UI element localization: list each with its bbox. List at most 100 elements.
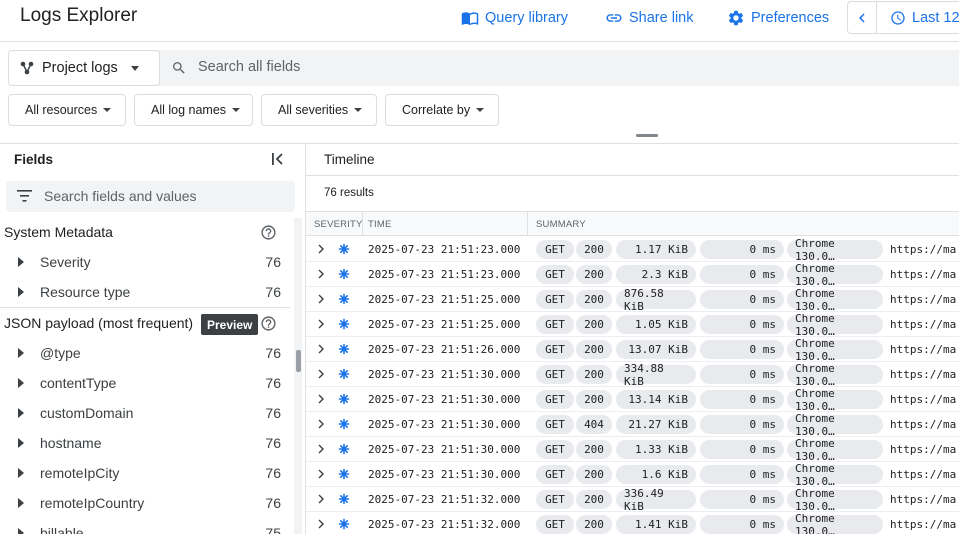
size-chip[interactable]: 1.6 KiB [616,465,696,484]
user-agent-chip[interactable]: Chrome 130.0… [787,487,883,513]
method-chip[interactable]: GET [536,315,574,334]
size-chip[interactable]: 2.3 KiB [616,265,696,284]
log-row[interactable]: 2025-07-23 21:51:23.000 GET 200 2.3 KiB 0 ms… [306,262,959,288]
chevron-right-icon[interactable] [316,319,326,329]
chevron-right-icon[interactable] [316,369,326,379]
method-chip[interactable]: GET [536,440,574,459]
method-chip[interactable]: GET [536,290,574,309]
size-chip[interactable]: 334.88 KiB [616,362,696,388]
field-item-type[interactable]: @type 76 [0,338,285,368]
chevron-right-icon[interactable] [316,344,326,354]
field-item-contenttype[interactable]: contentType 76 [0,368,285,398]
latency-chip[interactable]: 0 ms [700,290,784,309]
chevron-right-icon[interactable] [316,469,326,479]
size-chip[interactable]: 1.41 KiB [616,515,696,534]
log-row[interactable]: 2025-07-23 21:51:25.000 GET 200 876.58 KiB 0… [306,287,959,313]
field-item-remoteipcity[interactable]: remoteIpCity 76 [0,458,285,488]
chevron-right-icon[interactable] [316,294,326,304]
column-header-summary[interactable]: SUMMARY [536,219,586,230]
query-library-button[interactable]: Query library [461,8,568,28]
fields-scrollbar[interactable] [294,218,302,534]
field-item-resource-type[interactable]: Resource type 76 [0,277,285,307]
user-agent-chip[interactable]: Chrome 130.0… [787,337,883,363]
latency-chip[interactable]: 0 ms [700,465,784,484]
chevron-right-icon[interactable] [316,269,326,279]
user-agent-chip[interactable]: Chrome 130.0… [787,262,883,288]
latency-chip[interactable]: 0 ms [700,390,784,409]
log-row[interactable]: 2025-07-23 21:51:30.000 GET 200 1.33 KiB 0 m… [306,437,959,463]
user-agent-chip[interactable]: Chrome 130.0… [787,362,883,388]
user-agent-chip[interactable]: Chrome 130.0… [787,462,883,488]
log-row[interactable]: 2025-07-23 21:51:30.000 GET 200 1.6 KiB 0 ms… [306,462,959,488]
user-agent-chip[interactable]: Chrome 130.0… [787,512,883,534]
status-chip[interactable]: 200 [576,515,612,534]
latency-chip[interactable]: 0 ms [700,265,784,284]
method-chip[interactable]: GET [536,415,574,434]
method-chip[interactable]: GET [536,390,574,409]
field-item-customdomain[interactable]: customDomain 76 [0,398,285,428]
latency-chip[interactable]: 0 ms [700,240,784,259]
project-logs-dropdown[interactable]: Project logs [8,50,160,86]
status-chip[interactable]: 200 [576,365,612,384]
chevron-right-icon[interactable] [316,494,326,504]
status-chip[interactable]: 200 [576,440,612,459]
method-chip[interactable]: GET [536,465,574,484]
user-agent-chip[interactable]: Chrome 130.0… [787,437,883,463]
status-chip[interactable]: 200 [576,465,612,484]
chevron-right-icon[interactable] [316,519,326,529]
size-chip[interactable]: 13.14 KiB [616,390,696,409]
user-agent-chip[interactable]: Chrome 130.0… [787,312,883,338]
all-severities-filter[interactable]: All severities [261,94,377,126]
log-row[interactable]: 2025-07-23 21:51:32.000 GET 200 336.49 KiB 0… [306,487,959,513]
user-agent-chip[interactable]: Chrome 130.0… [787,387,883,413]
size-chip[interactable]: 1.05 KiB [616,315,696,334]
log-row[interactable]: 2025-07-23 21:51:30.000 GET 404 21.27 KiB 0 … [306,412,959,438]
latency-chip[interactable]: 0 ms [700,415,784,434]
method-chip[interactable]: GET [536,515,574,534]
size-chip[interactable]: 1.17 KiB [616,240,696,259]
chevron-right-icon[interactable] [316,244,326,254]
status-chip[interactable]: 200 [576,265,612,284]
method-chip[interactable]: GET [536,340,574,359]
size-chip[interactable]: 13.07 KiB [616,340,696,359]
method-chip[interactable]: GET [536,265,574,284]
field-item-billable[interactable]: billable 75 [0,518,285,534]
status-chip[interactable]: 200 [576,490,612,509]
collapse-panel-icon[interactable] [270,151,286,172]
status-chip[interactable]: 200 [576,240,612,259]
latency-chip[interactable]: 0 ms [700,490,784,509]
latency-chip[interactable]: 0 ms [700,340,784,359]
correlate-by-filter[interactable]: Correlate by [385,94,499,126]
search-all-fields-input[interactable]: Search all fields [198,59,300,75]
latency-chip[interactable]: 0 ms [700,440,784,459]
column-header-time[interactable]: TIME [368,219,392,230]
latency-chip[interactable]: 0 ms [700,515,784,534]
resize-handle[interactable] [636,134,658,137]
log-row[interactable]: 2025-07-23 21:51:32.000 GET 200 1.41 KiB 0 m… [306,512,959,534]
user-agent-chip[interactable]: Chrome 130.0… [787,287,883,313]
log-row[interactable]: 2025-07-23 21:51:23.000 GET 200 1.17 KiB 0 m… [306,237,959,263]
latency-chip[interactable]: 0 ms [700,365,784,384]
share-link-button[interactable]: Share link [605,8,693,28]
log-row[interactable]: 2025-07-23 21:51:30.000 GET 200 334.88 KiB 0… [306,362,959,388]
status-chip[interactable]: 200 [576,340,612,359]
status-chip[interactable]: 200 [576,290,612,309]
user-agent-chip[interactable]: Chrome 130.0… [787,412,883,438]
size-chip[interactable]: 876.58 KiB [616,287,696,313]
preferences-button[interactable]: Preferences [727,8,829,28]
time-range-button[interactable]: Last 12 [877,2,959,33]
field-item-severity[interactable]: Severity 76 [0,247,285,277]
column-header-severity[interactable]: SEVERITY [314,219,363,230]
chevron-right-icon[interactable] [316,444,326,454]
fields-scrollbar-thumb[interactable] [296,350,301,372]
all-resources-filter[interactable]: All resources [8,94,126,126]
previous-range-button[interactable] [848,2,877,33]
status-chip[interactable]: 200 [576,390,612,409]
log-row[interactable]: 2025-07-23 21:51:30.000 GET 200 13.14 KiB 0 … [306,387,959,413]
log-row[interactable]: 2025-07-23 21:51:25.000 GET 200 1.05 KiB 0 m… [306,312,959,338]
help-icon[interactable] [260,224,277,246]
status-chip[interactable]: 200 [576,315,612,334]
search-fields-input[interactable]: Search fields and values [6,181,295,212]
user-agent-chip[interactable]: Chrome 130.0… [787,237,883,263]
size-chip[interactable]: 1.33 KiB [616,440,696,459]
